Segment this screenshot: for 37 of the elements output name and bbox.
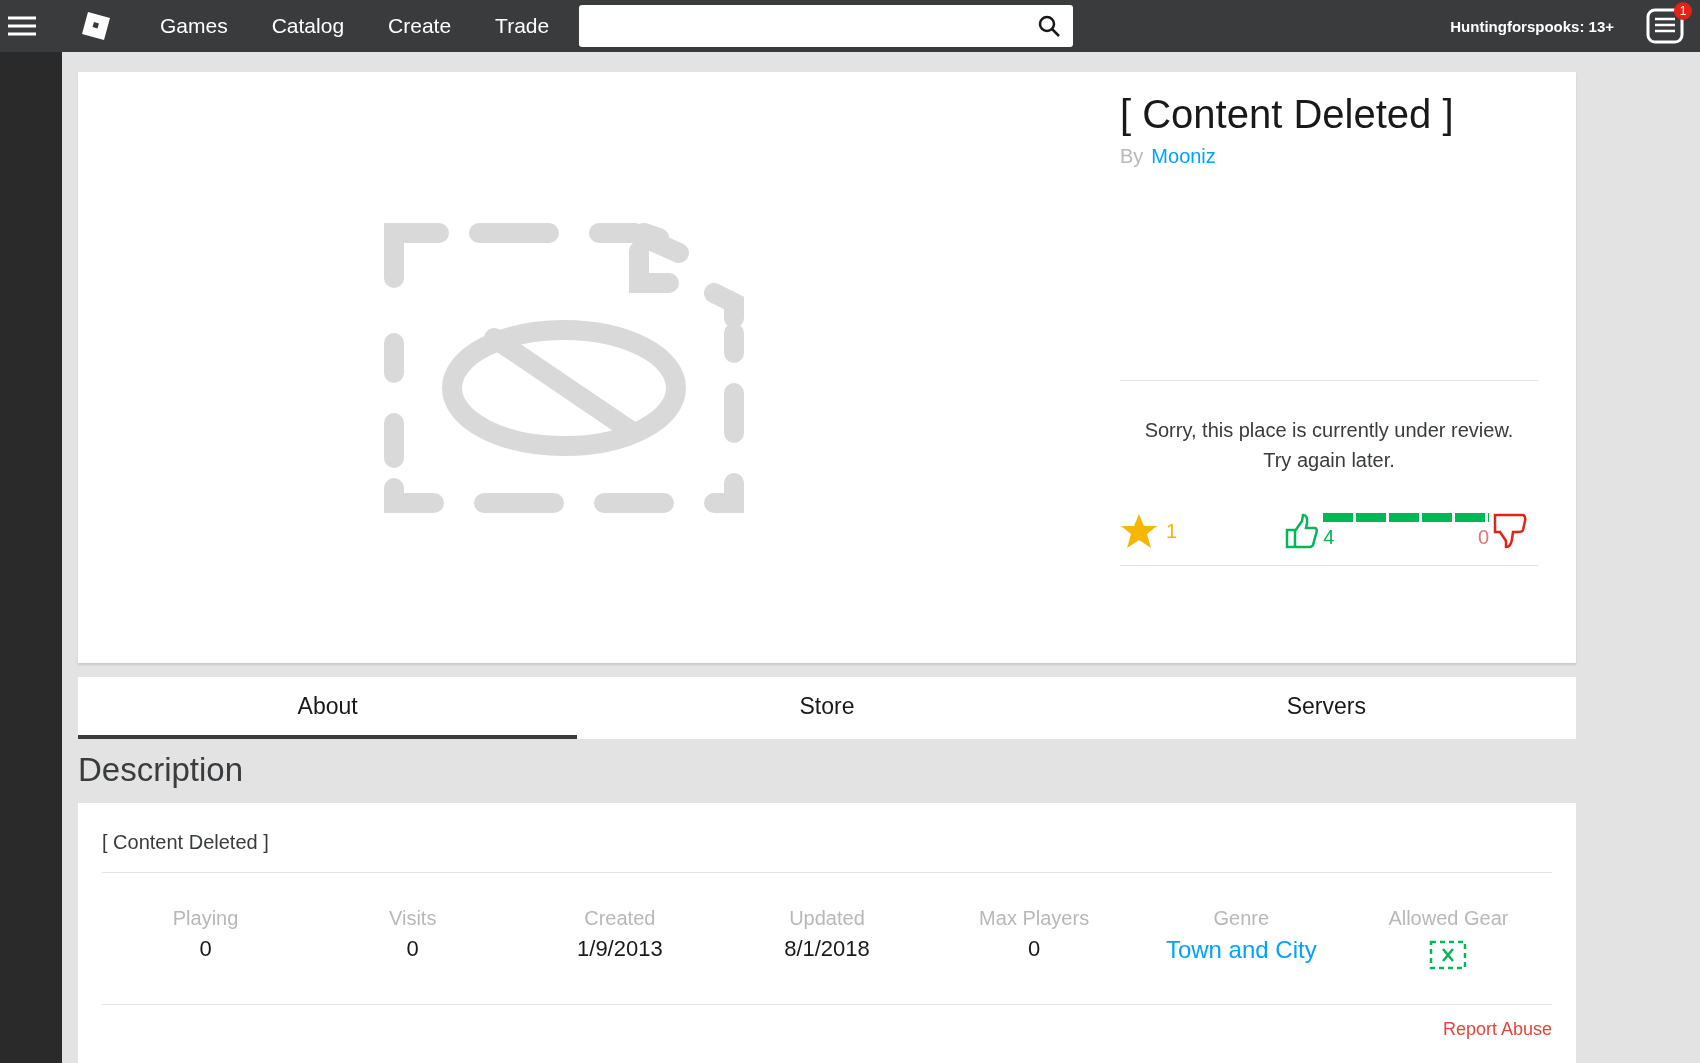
nav-link[interactable]: Games xyxy=(156,14,232,38)
game-title: [ Content Deleted ] xyxy=(1120,92,1455,137)
gear-disallowed-icon xyxy=(1429,940,1468,970)
star-icon[interactable] xyxy=(1120,513,1158,549)
stat-label: Genre xyxy=(1213,907,1270,930)
stat-label: Playing xyxy=(172,907,239,930)
stat-label: Allowed Gear xyxy=(1388,907,1509,930)
section-heading: Description xyxy=(78,751,245,789)
notifications-icon[interactable] xyxy=(1646,8,1684,44)
thumbs-up-icon[interactable] xyxy=(1285,513,1320,549)
menu-icon[interactable] xyxy=(8,15,36,37)
stat-value: 0 xyxy=(406,936,419,962)
username[interactable]: Huntingforspooks: 13+ xyxy=(1450,17,1614,35)
search-field[interactable] xyxy=(579,5,1074,47)
stat-label: Max Players xyxy=(979,907,1090,930)
stat-value: 8/1/2018 xyxy=(784,936,870,962)
stat-value: 0 xyxy=(1028,936,1041,962)
nav-link[interactable]: Create xyxy=(384,14,456,38)
description-text: [ Content Deleted ] xyxy=(102,831,1552,873)
thumbs-down-icon[interactable] xyxy=(1493,513,1528,549)
downvote-count: 0 xyxy=(1478,526,1490,549)
favorite-count: 1 xyxy=(1166,519,1178,543)
by-label: By xyxy=(1120,145,1144,168)
logo-icon[interactable] xyxy=(80,10,112,42)
stat-value: 1/9/2013 xyxy=(577,936,663,962)
report-abuse-link[interactable]: Report Abuse xyxy=(1442,1019,1552,1040)
stat-label: Visits xyxy=(389,907,437,930)
nav-link[interactable]: Catalog xyxy=(267,14,349,38)
stat-value: 0 xyxy=(199,936,212,962)
search-icon[interactable] xyxy=(1037,14,1062,38)
review-message: Try again later. xyxy=(1263,448,1395,473)
notification-badge: 1 xyxy=(1674,2,1692,20)
review-message: Sorry, this place is currently under review. xyxy=(1144,418,1514,443)
stat-label: Created xyxy=(584,907,656,930)
stat-label: Updated xyxy=(789,907,865,930)
upvote-count: 4 xyxy=(1323,526,1335,549)
nav-link[interactable]: Trade xyxy=(491,14,554,38)
